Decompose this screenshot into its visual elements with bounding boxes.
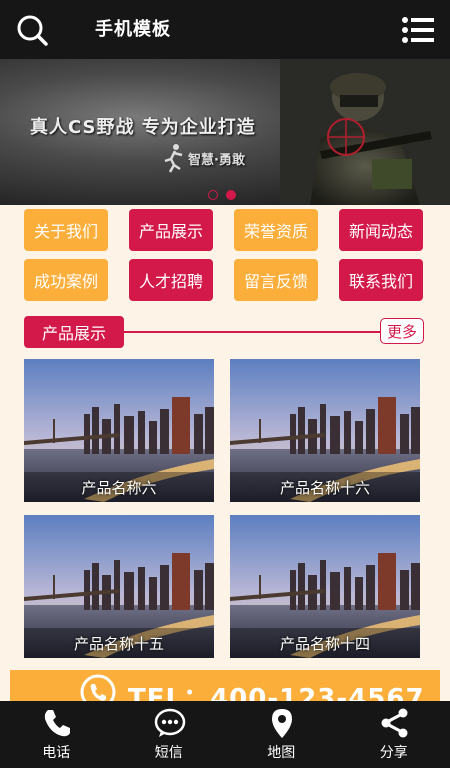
nav-news[interactable]: 新闻动态 [339,209,423,251]
nav-honors[interactable]: 荣誉资质 [234,209,318,251]
footer-label: 地图 [267,745,296,761]
footer-label: 电话 [42,745,71,761]
product-name: 产品名称十六 [279,478,370,497]
products-section-header: 产品展示 更多 [24,316,424,348]
menu-icon[interactable] [402,16,434,44]
banner-slider[interactable]: 真人CS野战 专为企业打造 智慧·勇敢 [0,59,450,205]
header-bar: 手机模板 [0,0,450,59]
banner-slogan: 真人CS野战 专为企业打造 [30,117,256,138]
nav-contact[interactable]: 联系我们 [339,259,423,301]
footer-message[interactable]: 短信 [113,701,226,768]
slider-dots [208,190,236,200]
nav-cases[interactable]: 成功案例 [24,259,108,301]
section-divider [124,331,380,333]
footer-label: 短信 [154,745,183,761]
banner-subtitle: 智慧·勇敢 [188,153,245,168]
product-card[interactable]: 产品名称十四 [230,515,420,658]
map-pin-icon [272,709,292,738]
product-card[interactable]: 产品名称十六 [230,359,420,502]
phone-icon [44,710,70,737]
share-icon [381,708,407,738]
soldier-image [280,59,450,205]
product-card[interactable]: 产品名称六 [24,359,214,502]
nav-products[interactable]: 产品展示 [129,209,213,251]
footer-map[interactable]: 地图 [225,701,338,768]
slider-dot-1[interactable] [208,190,218,200]
footer-share[interactable]: 分享 [338,701,450,768]
footer-label: 分享 [379,745,408,761]
slider-dot-2[interactable] [226,190,236,200]
section-title: 产品展示 [24,316,124,348]
footer-phone[interactable]: 电话 [0,701,113,768]
product-card[interactable]: 产品名称十五 [24,515,214,658]
page-title: 手机模板 [95,19,171,40]
product-name: 产品名称十五 [73,634,164,653]
product-name: 产品名称六 [81,478,157,497]
message-icon [154,708,185,737]
product-name: 产品名称十四 [279,634,370,653]
nav-careers[interactable]: 人才招聘 [129,259,213,301]
more-button[interactable]: 更多 [380,318,424,344]
nav-about-us[interactable]: 关于我们 [24,209,108,251]
bottom-nav: 电话 短信 地图 分享 [0,701,450,768]
runner-icon [164,144,183,173]
search-icon[interactable] [16,14,48,46]
nav-feedback[interactable]: 留言反馈 [234,259,318,301]
